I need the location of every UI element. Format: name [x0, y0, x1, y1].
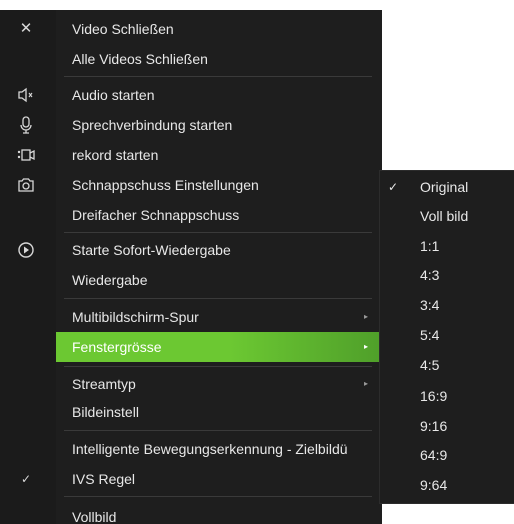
- menu-item-start-record[interactable]: rekord starten: [0, 140, 382, 170]
- submenu-item-label: Voll bild: [420, 208, 469, 224]
- menu-item-label: Fenstergrösse: [72, 339, 162, 355]
- submenu-item-label: 64:9: [420, 447, 448, 463]
- submenu-item-3-4[interactable]: 3:4: [380, 291, 514, 320]
- camera-icon: [16, 176, 36, 194]
- menu-item-stream-type[interactable]: Streamtyp ▸: [0, 369, 382, 399]
- menu-item-close-all-videos[interactable]: Alle Videos Schließen: [0, 44, 382, 74]
- menu-item-start-intercom[interactable]: Sprechverbindung starten: [0, 110, 382, 140]
- window-size-submenu: ✓ Original Voll bild 1:1 4:3 3:4 5:4 4:5…: [379, 170, 514, 504]
- submenu-item-5-4[interactable]: 5:4: [380, 321, 514, 350]
- menu-item-instant-playback[interactable]: Starte Sofort-Wiedergabe: [0, 235, 382, 265]
- menu-item-triple-snapshot[interactable]: Dreifacher Schnappschuss: [0, 200, 382, 230]
- context-menu: ✕ Video Schließen Alle Videos Schließen …: [0, 10, 382, 524]
- menu-separator: [64, 298, 372, 299]
- menu-item-start-audio[interactable]: Audio starten: [0, 80, 382, 110]
- submenu-item-label: 4:5: [420, 357, 440, 373]
- submenu-item-label: 1:1: [420, 238, 440, 254]
- speaker-icon: [16, 86, 36, 104]
- microphone-icon: [16, 116, 36, 134]
- menu-item-label: Dreifacher Schnappschuss: [72, 207, 240, 223]
- submenu-arrow-icon: ▸: [364, 379, 369, 388]
- menu-item-label: Vollbild: [72, 509, 117, 524]
- menu-item-label: Alle Videos Schließen: [72, 51, 208, 67]
- menu-item-label: Bildeinstell: [72, 404, 139, 420]
- menu-item-multiscreen-track[interactable]: Multibildschirm-Spur ▸: [0, 302, 382, 332]
- submenu-item-label: 4:3: [420, 267, 440, 283]
- menu-item-label: Video Schließen: [72, 21, 174, 37]
- menu-item-label: Starte Sofort-Wiedergabe: [72, 242, 231, 258]
- menu-item-ivs-rule[interactable]: ✓ IVS Regel: [0, 464, 382, 494]
- menu-item-fullscreen[interactable]: Vollbild: [0, 502, 382, 524]
- submenu-item-label: Original: [420, 179, 469, 195]
- menu-separator: [64, 366, 372, 367]
- menu-item-label: Sprechverbindung starten: [72, 117, 233, 133]
- submenu-item-label: 16:9: [420, 388, 448, 404]
- record-icon: [16, 146, 36, 164]
- menu-item-label: Audio starten: [72, 87, 155, 103]
- submenu-item-4-3[interactable]: 4:3: [380, 261, 514, 290]
- menu-item-image-settings[interactable]: Bildeinstell: [0, 397, 382, 427]
- submenu-item-4-5[interactable]: 4:5: [380, 351, 514, 380]
- submenu-item-label: 9:64: [420, 477, 448, 493]
- menu-item-close-video[interactable]: ✕ Video Schließen: [0, 14, 382, 44]
- menu-item-label: rekord starten: [72, 147, 159, 163]
- menu-separator: [64, 496, 372, 497]
- submenu-item-9-16[interactable]: 9:16: [380, 412, 514, 441]
- submenu-item-label: 5:4: [420, 327, 440, 343]
- submenu-item-64-9[interactable]: 64:9: [380, 441, 514, 470]
- menu-separator: [64, 430, 372, 431]
- play-icon: [16, 241, 36, 259]
- menu-item-motion-detection[interactable]: Intelligente Bewegungserkennung - Zielbi…: [0, 434, 382, 464]
- menu-item-label: Intelligente Bewegungserkennung - Zielbi…: [72, 441, 348, 457]
- menu-item-label: IVS Regel: [72, 471, 136, 487]
- menu-separator: [64, 76, 372, 77]
- menu-item-playback[interactable]: Wiedergabe: [0, 265, 382, 295]
- submenu-item-original[interactable]: ✓ Original: [380, 173, 514, 202]
- submenu-item-9-64[interactable]: 9:64: [380, 471, 514, 500]
- submenu-item-16-9[interactable]: 16:9: [380, 382, 514, 411]
- menu-item-snapshot-settings[interactable]: Schnappschuss Einstellungen: [0, 170, 382, 200]
- menu-item-window-size[interactable]: Fenstergrösse ▸: [0, 332, 382, 362]
- menu-item-label: Wiedergabe: [72, 272, 148, 288]
- submenu-item-label: 3:4: [420, 297, 440, 313]
- menu-item-label: Streamtyp: [72, 376, 136, 392]
- close-icon: ✕: [19, 20, 33, 37]
- submenu-item-1-1[interactable]: 1:1: [380, 232, 514, 261]
- menu-item-label: Multibildschirm-Spur: [72, 309, 199, 325]
- submenu-item-full-image[interactable]: Voll bild: [380, 202, 514, 231]
- check-icon: ✓: [388, 180, 399, 194]
- submenu-arrow-icon: ▸: [364, 342, 369, 351]
- menu-separator: [64, 232, 372, 233]
- check-icon: ✓: [20, 472, 32, 486]
- submenu-arrow-icon: ▸: [364, 312, 369, 321]
- menu-item-label: Schnappschuss Einstellungen: [72, 177, 259, 193]
- submenu-item-label: 9:16: [420, 418, 448, 434]
